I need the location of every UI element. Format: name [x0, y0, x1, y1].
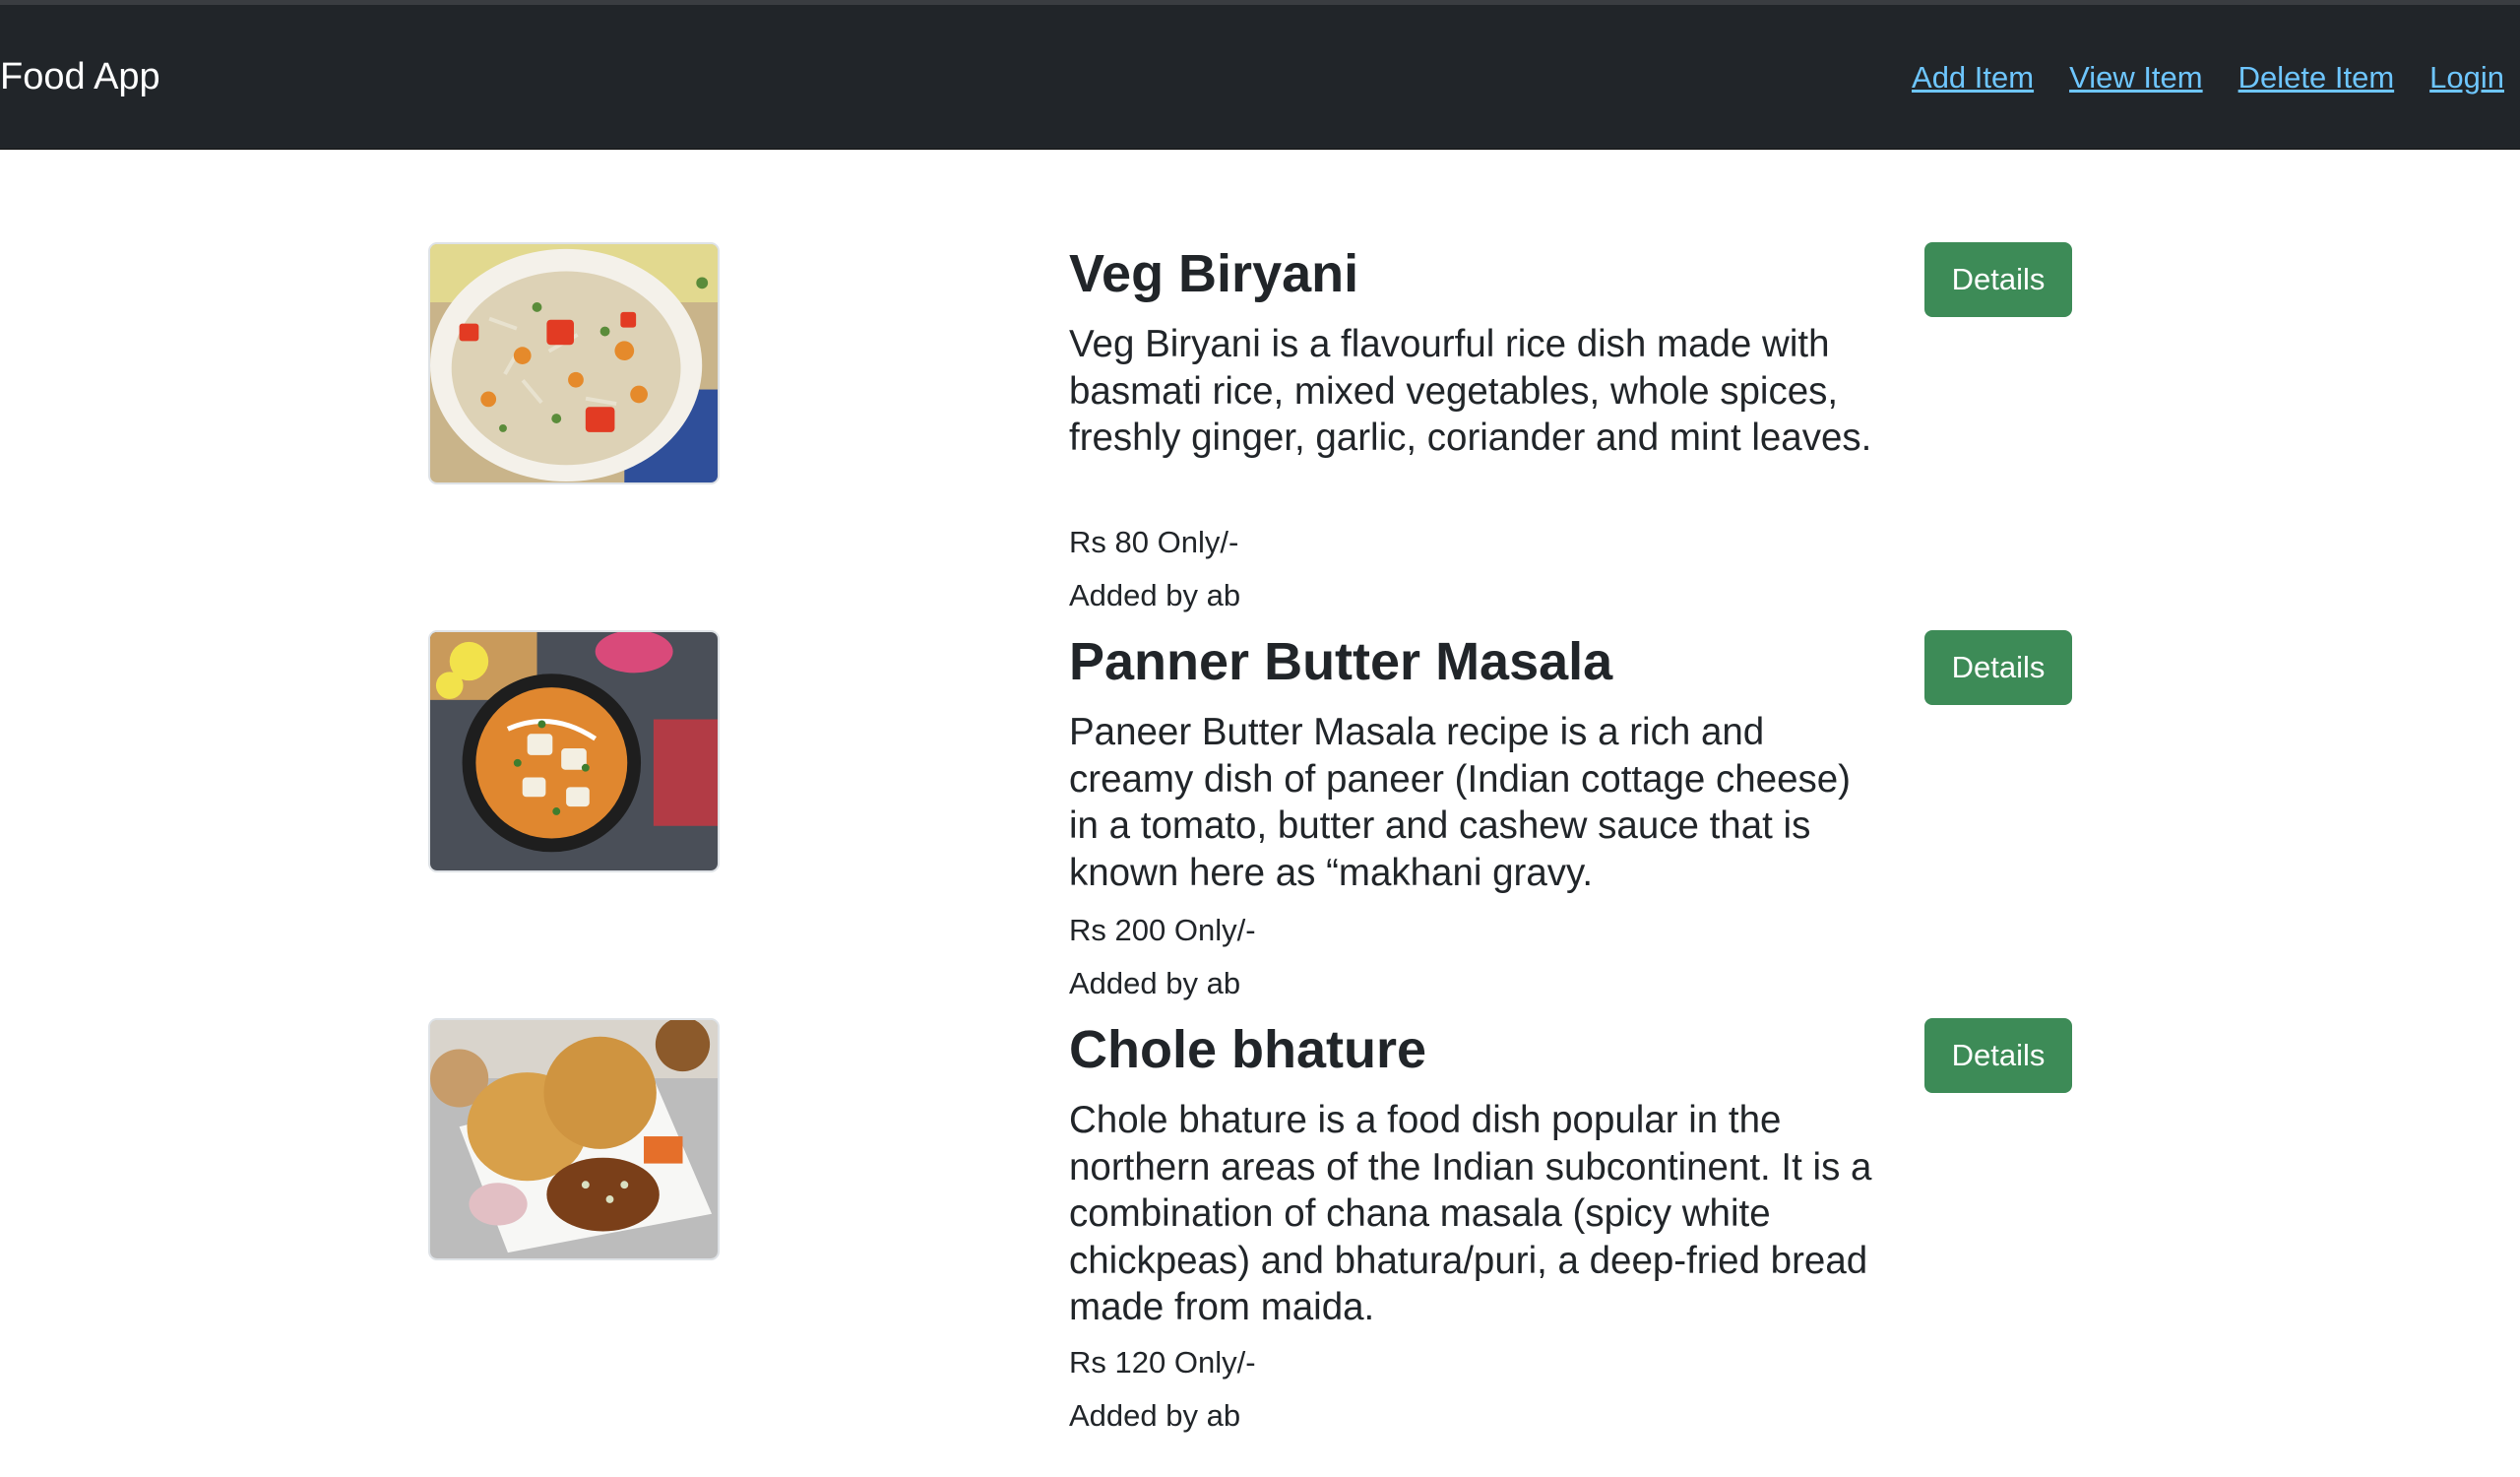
food-title: Veg Biryani: [1069, 244, 1359, 303]
food-added-by: Added by ab: [1069, 966, 1241, 1000]
nav-link-view-item[interactable]: View Item: [2069, 58, 2203, 97]
navbar: Food App Add Item View Item Delete Item …: [0, 5, 2520, 149]
food-title: Chole bhature: [1069, 1020, 1427, 1079]
food-title: Panner Butter Masala: [1069, 632, 1613, 691]
brand-title[interactable]: Food App: [0, 54, 160, 99]
food-description: Veg Biryani is a flavourful rice dish ma…: [1069, 323, 1872, 459]
nav-link-add-item[interactable]: Add Item: [1912, 58, 2034, 97]
food-description: Chole bhature is a food dish popular in …: [1069, 1099, 1872, 1328]
food-price: Rs 200 Only/-: [1069, 913, 1256, 947]
nav-link-delete-item[interactable]: Delete Item: [2238, 58, 2395, 97]
food-price: Rs 120 Only/-: [1069, 1345, 1256, 1380]
details-button[interactable]: Details: [1924, 630, 2072, 705]
nav-links: Add Item View Item Delete Item Login: [1912, 58, 2504, 97]
food-description: Paneer Butter Masala recipe is a rich an…: [1069, 711, 1851, 894]
details-button[interactable]: Details: [1924, 1018, 2072, 1093]
food-image-veg-biryani: [428, 242, 720, 484]
food-image-panner-butter-masala: [428, 630, 720, 872]
food-image-chole-bhature: [428, 1018, 720, 1260]
food-price: Rs 80 Only/-: [1069, 525, 1239, 559]
details-button[interactable]: Details: [1924, 242, 2072, 317]
food-added-by: Added by ab: [1069, 578, 1241, 612]
food-added-by: Added by ab: [1069, 1398, 1241, 1433]
nav-link-login[interactable]: Login: [2429, 58, 2504, 97]
